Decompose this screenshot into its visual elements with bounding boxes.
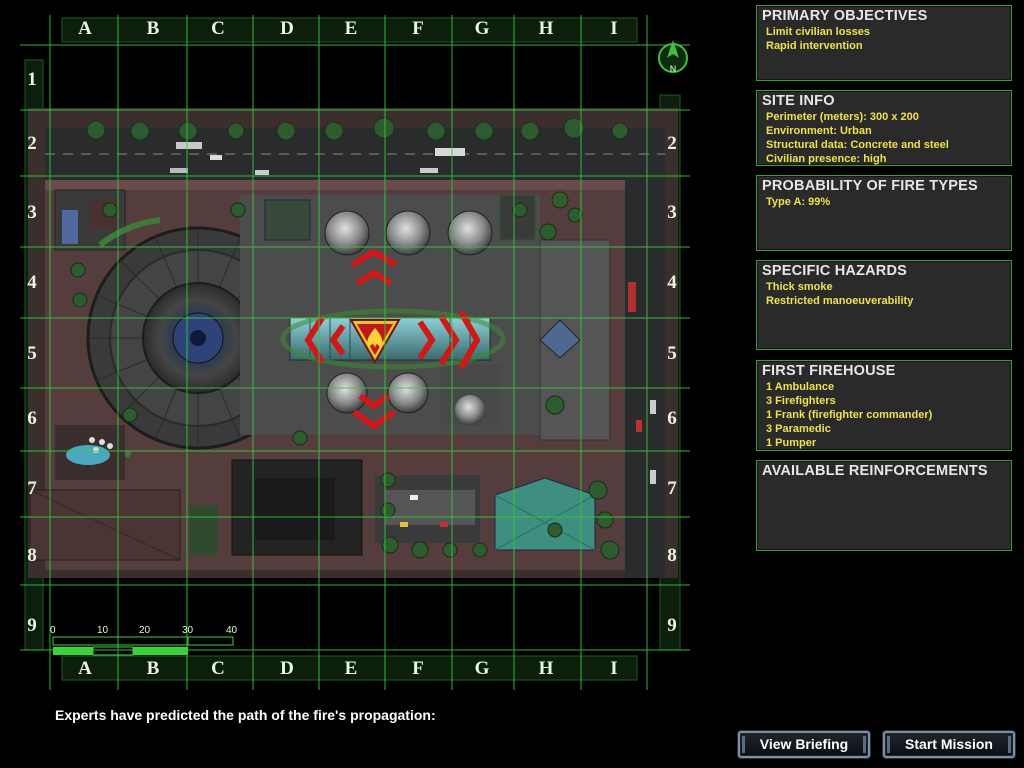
scale-label-0: 0 xyxy=(50,625,56,636)
col-label-bottom-c: C xyxy=(211,658,225,679)
col-label-bottom-i: I xyxy=(610,658,618,679)
list-item: 1 Ambulance xyxy=(766,381,835,393)
col-label-top-e: E xyxy=(344,18,358,39)
list-item: Civilian presence: high xyxy=(766,153,887,165)
fire-types-list: Type A: 99% xyxy=(766,195,1011,209)
col-label-bottom-h: H xyxy=(538,658,554,679)
col-label-bottom-d: D xyxy=(280,658,294,679)
list-item: Type A: 99% xyxy=(766,196,831,208)
fire-types-panel: PROBABILITY OF FIRE TYPES Type A: 99% xyxy=(756,175,1012,251)
fire-types-title: PROBABILITY OF FIRE TYPES xyxy=(762,178,978,194)
col-label-top-f: F xyxy=(412,18,424,39)
col-label-top-i: I xyxy=(610,18,618,39)
available-reinforcements-title: AVAILABLE REINFORCEMENTS xyxy=(762,463,988,479)
list-item: Structural data: Concrete and steel xyxy=(766,139,949,151)
row-label-right-3: 3 xyxy=(667,202,677,223)
first-firehouse-list: 1 Ambulance 3 Firefighters 1 Frank (fire… xyxy=(766,380,1011,450)
compass-north-label: N xyxy=(670,64,677,74)
row-label-left-5: 5 xyxy=(27,343,37,364)
first-firehouse-panel: FIRST FIREHOUSE 1 Ambulance 3 Firefighte… xyxy=(756,360,1012,451)
first-firehouse-title: FIRST FIREHOUSE xyxy=(762,363,896,379)
side-road xyxy=(625,180,665,578)
row-label-left-1: 1 xyxy=(27,69,37,90)
row-label-right-9: 9 xyxy=(667,615,677,636)
list-item: Restricted manoeuverability xyxy=(766,295,914,307)
col-label-top-c: C xyxy=(211,18,225,39)
col-label-top-b: B xyxy=(146,18,160,39)
col-label-bottom-e: E xyxy=(344,658,358,679)
row-label-right-6: 6 xyxy=(667,408,677,429)
col-label-top-g: G xyxy=(474,18,490,39)
list-item: Environment: Urban xyxy=(766,125,872,137)
list-item: 1 Frank (firefighter commander) xyxy=(766,409,933,421)
row-label-right-7: 7 xyxy=(667,478,677,499)
scale-label-10: 10 xyxy=(97,625,109,636)
row-label-right-5: 5 xyxy=(667,343,677,364)
primary-objectives-title: PRIMARY OBJECTIVES xyxy=(762,8,928,24)
row-label-right-8: 8 xyxy=(667,545,677,566)
row-label-left-4: 4 xyxy=(27,272,37,293)
col-label-bottom-a: A xyxy=(78,658,92,679)
available-reinforcements-panel: AVAILABLE REINFORCEMENTS xyxy=(756,460,1012,551)
start-mission-button[interactable]: Start Mission xyxy=(883,731,1015,758)
col-label-bottom-f: F xyxy=(412,658,424,679)
primary-objectives-panel: PRIMARY OBJECTIVES Limit civilian losses… xyxy=(756,5,1012,81)
list-item: Limit civilian losses xyxy=(766,26,870,38)
propagation-caption: Experts have predicted the path of the f… xyxy=(55,707,436,723)
site-info-title: SITE INFO xyxy=(762,93,835,109)
col-label-top-a: A xyxy=(78,18,92,39)
scale-label-40: 40 xyxy=(226,625,238,636)
view-briefing-button[interactable]: View Briefing xyxy=(738,731,870,758)
row-label-right-2: 2 xyxy=(667,133,677,154)
col-label-bottom-b: B xyxy=(146,658,160,679)
scale-bar xyxy=(52,636,234,656)
list-item: 3 Firefighters xyxy=(766,395,836,407)
row-label-left-3: 3 xyxy=(27,202,37,223)
row-label-left-7: 7 xyxy=(27,478,37,499)
list-item: Perimeter (meters): 300 x 200 xyxy=(766,111,919,123)
row-label-left-8: 8 xyxy=(27,545,37,566)
specific-hazards-panel: SPECIFIC HAZARDS Thick smoke Restricted … xyxy=(756,260,1012,350)
list-item: 3 Paramedic xyxy=(766,423,831,435)
site-map: N A B C D E F G H I A B C D E F G H I 1 … xyxy=(0,0,700,700)
site-map-drawing: N xyxy=(20,15,690,690)
col-label-bottom-g: G xyxy=(474,658,490,679)
list-item: Thick smoke xyxy=(766,281,833,293)
specific-hazards-list: Thick smoke Restricted manoeuverability xyxy=(766,280,1011,308)
row-label-left-2: 2 xyxy=(27,133,37,154)
specific-hazards-title: SPECIFIC HAZARDS xyxy=(762,263,907,279)
row-label-left-6: 6 xyxy=(27,408,37,429)
site-info-list: Perimeter (meters): 300 x 200 Environmen… xyxy=(766,110,1011,166)
row-label-right-4: 4 xyxy=(667,272,677,293)
col-label-top-h: H xyxy=(538,18,554,39)
list-item: Rapid intervention xyxy=(766,40,863,52)
primary-objectives-list: Limit civilian losses Rapid intervention xyxy=(766,25,1011,53)
col-label-top-d: D xyxy=(280,18,294,39)
scale-label-20: 20 xyxy=(139,625,151,636)
row-label-left-9: 9 xyxy=(27,615,37,636)
list-item: 1 Pumper xyxy=(766,437,817,449)
scale-label-30: 30 xyxy=(182,625,194,636)
site-info-panel: SITE INFO Perimeter (meters): 300 x 200 … xyxy=(756,90,1012,166)
